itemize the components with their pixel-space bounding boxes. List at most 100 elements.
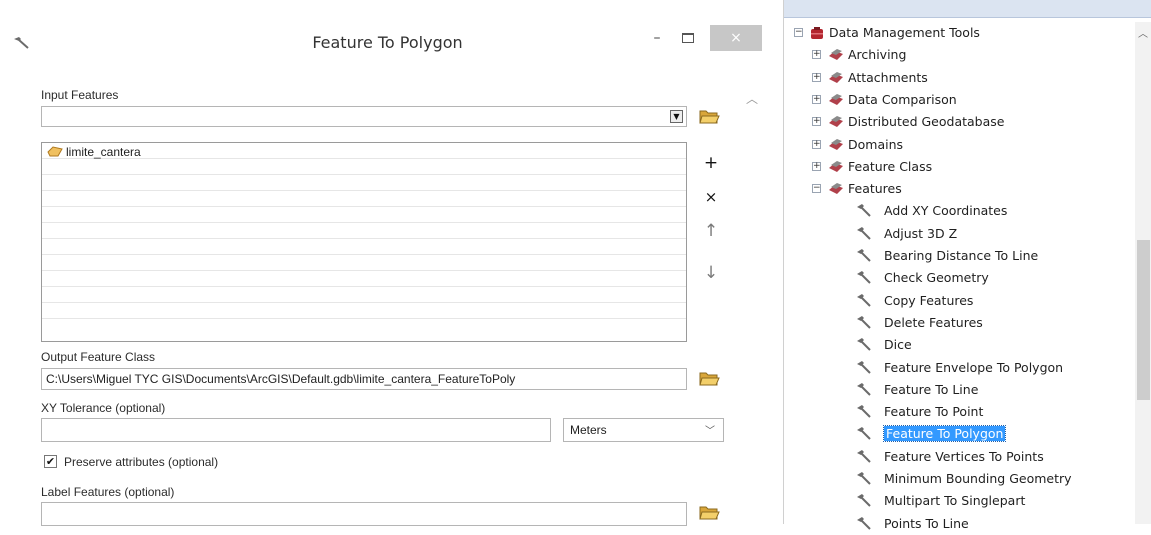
- tree-node-toolset[interactable]: + Domains: [784, 134, 1129, 156]
- tree-node-tool[interactable]: Multipart To Singlepart: [784, 490, 1129, 512]
- hammer-icon: [857, 226, 871, 240]
- collapse-icon[interactable]: −: [794, 28, 803, 37]
- scroll-up-icon[interactable]: ︿: [1138, 25, 1148, 40]
- chevron-down-icon: ﹀: [705, 426, 715, 437]
- tree-node-tool[interactable]: Add XY Coordinates: [784, 200, 1129, 222]
- label-features-input[interactable]: [41, 502, 687, 526]
- toolset-icon: [829, 183, 843, 195]
- list-item[interactable]: limite_cantera: [42, 143, 686, 159]
- dropdown-arrow-icon[interactable]: ▼: [670, 110, 683, 123]
- tree-node-tool[interactable]: Bearing Distance To Line: [784, 245, 1129, 267]
- tree-node-label: Distributed Geodatabase: [848, 114, 1005, 130]
- list-row-empty: [42, 159, 686, 175]
- tree-node-tool[interactable]: Adjust 3D Z: [784, 223, 1129, 245]
- move-up-button[interactable]: ↑: [700, 220, 722, 242]
- list-row-empty: [42, 303, 686, 319]
- open-folder-icon[interactable]: [698, 106, 720, 126]
- tree-node-label: Features: [848, 181, 902, 197]
- open-folder-icon[interactable]: [698, 368, 720, 388]
- remove-item-button[interactable]: ×: [700, 186, 722, 208]
- tree-node-toolset[interactable]: + Feature Class: [784, 156, 1129, 178]
- tree-node-label: Bearing Distance To Line: [884, 248, 1039, 263]
- toolbox-header: [784, 0, 1151, 18]
- tree-node-tool[interactable]: Dice: [784, 334, 1129, 356]
- tree-node-tool[interactable]: Check Geometry: [784, 267, 1129, 289]
- tree-node-label: Multipart To Singlepart: [884, 493, 1026, 509]
- preserve-attributes-label: Preserve attributes (optional): [64, 455, 219, 469]
- output-feature-class-value: C:\Users\Miguel TYC GIS\Documents\ArcGIS…: [46, 372, 516, 386]
- close-button[interactable]: ×: [710, 25, 762, 51]
- add-item-button[interactable]: +: [700, 152, 722, 174]
- expand-icon[interactable]: +: [812, 72, 821, 82]
- toolset-icon: [829, 116, 843, 128]
- expand-icon[interactable]: +: [812, 139, 821, 149]
- move-down-button[interactable]: ↓: [700, 262, 722, 284]
- xy-tolerance-input[interactable]: [41, 418, 551, 442]
- list-item-label: limite_cantera: [66, 145, 141, 159]
- hammer-icon: [857, 271, 871, 285]
- tree-node-label: Attachments: [848, 69, 928, 85]
- tree-node-label: Copy Features: [884, 292, 974, 308]
- minimize-button[interactable]: –: [642, 27, 672, 49]
- hammer-icon: [857, 293, 871, 307]
- input-features-combobox[interactable]: ▼: [41, 106, 687, 127]
- tree-node-tool[interactable]: Copy Features: [784, 290, 1129, 312]
- open-folder-icon[interactable]: [698, 502, 720, 522]
- tree-node-tool[interactable]: Minimum Bounding Geometry: [784, 468, 1129, 490]
- expand-icon[interactable]: +: [812, 161, 821, 171]
- tree-node-tool[interactable]: Feature Vertices To Points: [784, 446, 1129, 468]
- hammer-icon: [857, 382, 871, 396]
- tree-node-tool[interactable]: Feature To Line: [784, 379, 1129, 401]
- expand-icon[interactable]: +: [812, 94, 821, 104]
- panel-scroll-up-icon[interactable]: ︿: [746, 90, 758, 107]
- tree-node-toolset[interactable]: + Archiving: [784, 44, 1129, 66]
- tree-node-label: Feature To Line: [884, 381, 979, 397]
- tree-node-label: Archiving: [848, 47, 907, 63]
- collapse-icon[interactable]: −: [812, 184, 821, 194]
- dialog-titlebar[interactable]: Feature To Polygon – ×: [0, 0, 775, 52]
- hammer-icon: [857, 204, 871, 218]
- toolset-icon: [829, 71, 843, 83]
- hammer-icon: [857, 405, 871, 418]
- arctoolbox-panel: − Data Management Tools + Archiving + Attachm…: [783, 0, 1151, 531]
- units-selected-value: Meters: [570, 423, 607, 437]
- label-features-label: Label Features (optional): [41, 485, 175, 499]
- list-row-empty: [42, 175, 686, 191]
- tree-node-toolset[interactable]: + Distributed Geodatabase: [784, 111, 1129, 133]
- scrollbar-thumb[interactable]: [1137, 240, 1150, 400]
- toolset-icon: [829, 138, 843, 150]
- tree-node-toolset[interactable]: + Data Comparison: [784, 89, 1129, 111]
- hammer-icon: [857, 449, 871, 463]
- output-feature-class-label: Output Feature Class: [41, 350, 156, 364]
- output-feature-class-input[interactable]: C:\Users\Miguel TYC GIS\Documents\ArcGIS…: [41, 368, 687, 390]
- tree-node-tool[interactable]: Feature Envelope To Polygon: [784, 357, 1129, 379]
- expand-icon[interactable]: +: [812, 50, 821, 60]
- expand-icon[interactable]: +: [812, 117, 821, 127]
- hammer-icon: [857, 472, 871, 485]
- xy-tolerance-units-select[interactable]: Meters ﹀: [563, 418, 724, 442]
- tree-node-label: Feature Vertices To Points: [884, 448, 1044, 464]
- tree-node-label: Dice: [884, 337, 912, 353]
- tree-node-toolset[interactable]: − Features: [784, 178, 1129, 200]
- xy-tolerance-label: XY Tolerance (optional): [41, 401, 166, 415]
- tree-node-label: Feature To Polygon: [882, 425, 1007, 443]
- toolbox-scrollbar[interactable]: ︿: [1135, 22, 1151, 524]
- tree-node-tool[interactable]: Feature To Point: [784, 401, 1129, 423]
- list-row-empty: [42, 271, 686, 287]
- tree-node-label: Points To Line: [884, 515, 969, 531]
- hammer-icon: [857, 494, 871, 508]
- tree-node-data-management-tools[interactable]: − Data Management Tools: [784, 22, 1129, 44]
- tree-node-label: Feature To Point: [884, 404, 984, 420]
- preserve-attributes-checkbox[interactable]: ✔: [44, 455, 57, 468]
- list-row-empty: [42, 191, 686, 207]
- tree-node-tool[interactable]: Delete Features: [784, 312, 1129, 334]
- toolbox-icon: [811, 27, 823, 39]
- tree-node-label: Feature Class: [848, 158, 933, 174]
- list-row-empty: [42, 255, 686, 271]
- hammer-icon: [857, 427, 871, 441]
- tree-node-toolset[interactable]: + Attachments: [784, 67, 1129, 89]
- tree-node-tool[interactable]: Feature To Polygon: [784, 423, 1129, 445]
- list-row-empty: [42, 207, 686, 223]
- maximize-button[interactable]: [682, 33, 694, 43]
- input-features-label: Input Features: [41, 88, 119, 102]
